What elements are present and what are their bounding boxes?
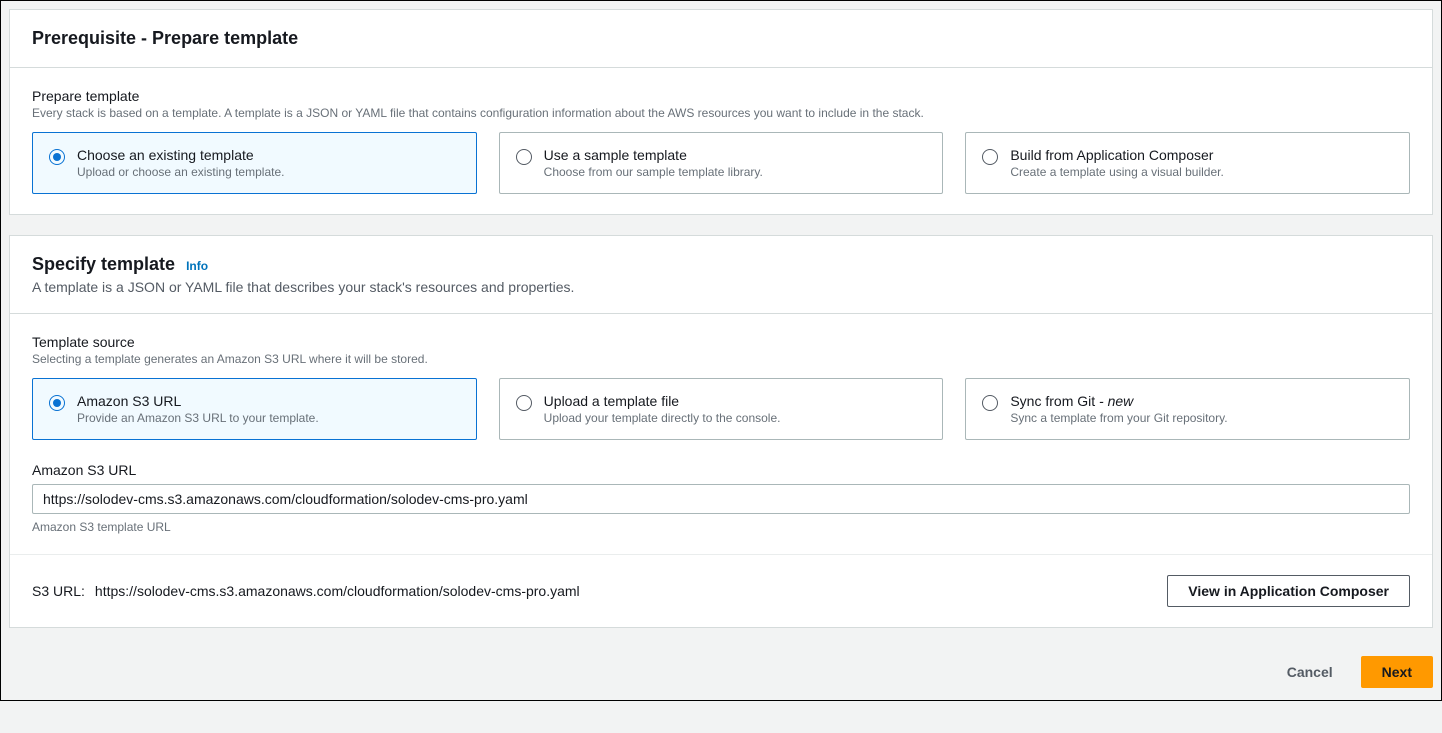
specify-template-panel: Specify template Info A template is a JS… [9, 235, 1433, 628]
s3-url-field-label: Amazon S3 URL [32, 462, 1410, 478]
option-subtitle: Upload or choose an existing template. [77, 165, 460, 179]
view-composer-button[interactable]: View in Application Composer [1167, 575, 1410, 607]
wizard-actions: Cancel Next [9, 648, 1433, 692]
option-sample-template[interactable]: Use a sample template Choose from our sa… [499, 132, 944, 194]
s3-url-summary-value: https://solodev-cms.s3.amazonaws.com/clo… [95, 583, 580, 599]
option-title: Use a sample template [544, 147, 927, 163]
specify-template-title-text: Specify template [32, 254, 175, 274]
radio-icon [516, 149, 532, 165]
radio-icon [982, 395, 998, 411]
option-s3-url[interactable]: Amazon S3 URL Provide an Amazon S3 URL t… [32, 378, 477, 440]
divider [10, 554, 1432, 555]
option-subtitle: Provide an Amazon S3 URL to your templat… [77, 411, 460, 425]
radio-icon [516, 395, 532, 411]
s3-url-summary-row: S3 URL: https://solodev-cms.s3.amazonaws… [32, 575, 1410, 607]
specify-template-title: Specify template Info [32, 254, 1410, 275]
option-title: Upload a template file [544, 393, 927, 409]
s3-url-input[interactable] [32, 484, 1410, 514]
prepare-template-label: Prepare template [32, 88, 1410, 104]
template-source-label: Template source [32, 334, 1410, 350]
prepare-template-options: Choose an existing template Upload or ch… [32, 132, 1410, 194]
s3-url-summary-label: S3 URL: [32, 583, 85, 599]
radio-icon [982, 149, 998, 165]
prerequisite-title: Prerequisite - Prepare template [32, 28, 1410, 49]
option-upload-file[interactable]: Upload a template file Upload your templ… [499, 378, 944, 440]
option-title: Build from Application Composer [1010, 147, 1393, 163]
option-title-text: Sync from Git [1010, 393, 1095, 409]
option-subtitle: Choose from our sample template library. [544, 165, 927, 179]
s3-url-field-hint: Amazon S3 template URL [32, 520, 1410, 534]
cancel-button[interactable]: Cancel [1267, 656, 1353, 688]
option-subtitle: Upload your template directly to the con… [544, 411, 927, 425]
template-source-options: Amazon S3 URL Provide an Amazon S3 URL t… [32, 378, 1410, 440]
option-subtitle: Create a template using a visual builder… [1010, 165, 1393, 179]
radio-icon [49, 395, 65, 411]
prepare-template-hint: Every stack is based on a template. A te… [32, 106, 1410, 120]
option-choose-existing[interactable]: Choose an existing template Upload or ch… [32, 132, 477, 194]
new-tag: - new [1099, 393, 1133, 409]
specify-template-header: Specify template Info A template is a JS… [10, 236, 1432, 314]
option-subtitle: Sync a template from your Git repository… [1010, 411, 1393, 425]
option-sync-git[interactable]: Sync from Git - new Sync a template from… [965, 378, 1410, 440]
next-button[interactable]: Next [1361, 656, 1433, 688]
info-link[interactable]: Info [186, 259, 208, 273]
radio-icon [49, 149, 65, 165]
prerequisite-panel: Prerequisite - Prepare template Prepare … [9, 9, 1433, 215]
specify-template-description: A template is a JSON or YAML file that d… [32, 279, 1410, 295]
option-title: Choose an existing template [77, 147, 460, 163]
option-title: Amazon S3 URL [77, 393, 460, 409]
option-application-composer[interactable]: Build from Application Composer Create a… [965, 132, 1410, 194]
template-source-hint: Selecting a template generates an Amazon… [32, 352, 1410, 366]
prerequisite-header: Prerequisite - Prepare template [10, 10, 1432, 68]
option-title: Sync from Git - new [1010, 393, 1393, 409]
